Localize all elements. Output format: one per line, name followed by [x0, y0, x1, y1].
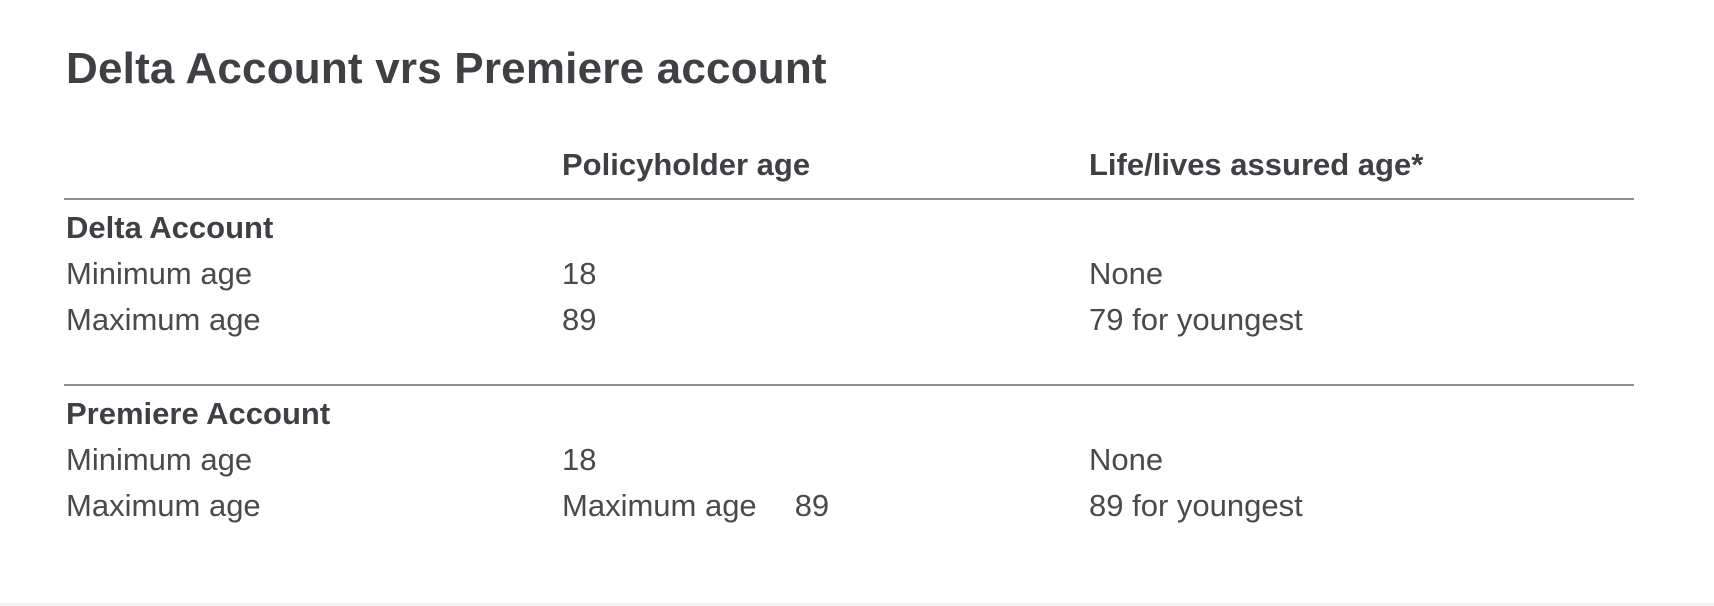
column-header-life-assured-age: Life/lives assured age* — [1089, 147, 1424, 182]
row-label-minimum-age: Minimum age — [66, 256, 253, 291]
row-label-maximum-age: Maximum age — [66, 488, 261, 523]
policyholder-min-age-value: 18 — [562, 442, 597, 477]
row-label-minimum-age: Minimum age — [66, 442, 253, 477]
row-label-maximum-age: Maximum age — [66, 302, 261, 337]
life-assured-max-age-value: 89 for youngest — [1089, 488, 1303, 523]
life-assured-min-age-value: None — [1089, 442, 1164, 477]
policyholder-max-age-inline-label: Maximum age — [562, 488, 757, 523]
section-title-premiere-account: Premiere Account — [66, 396, 331, 431]
comparison-card: Delta Account vrs Premiere account Polic… — [0, 0, 1714, 603]
column-header-policyholder-age: Policyholder age — [562, 147, 811, 182]
divider — [64, 198, 1634, 200]
life-assured-max-age-value: 79 for youngest — [1089, 302, 1303, 337]
policyholder-max-age-value: 89 — [562, 302, 597, 337]
life-assured-min-age-value: None — [1089, 256, 1164, 291]
divider — [64, 384, 1634, 386]
policyholder-max-age-value: 89 — [794, 488, 830, 523]
policyholder-min-age-value: 18 — [562, 256, 597, 291]
page-title: Delta Account vrs Premiere account — [66, 44, 827, 93]
section-title-delta-account: Delta Account — [66, 210, 274, 245]
policyholder-max-age-cell: Maximum age 89 — [562, 488, 829, 524]
